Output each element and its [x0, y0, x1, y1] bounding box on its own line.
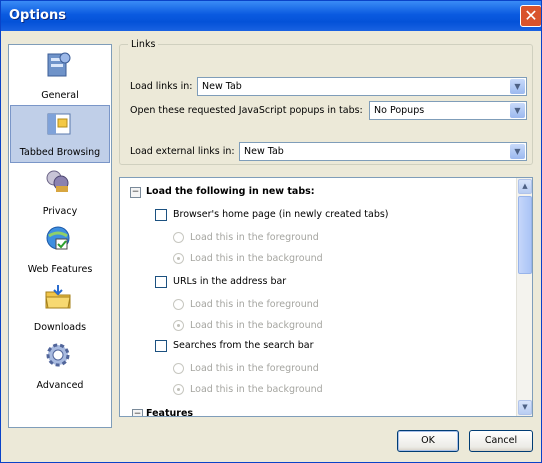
- vertical-scrollbar[interactable]: ▲ ▼: [516, 178, 532, 416]
- collapse-icon[interactable]: −: [132, 409, 143, 416]
- tree-section-features: Features: [146, 408, 194, 417]
- searches-checkbox[interactable]: [155, 340, 167, 352]
- urls-label: URLs in the address bar: [173, 276, 287, 287]
- radio-label: Load this in the background: [190, 253, 323, 264]
- searches-label: Searches from the search bar: [173, 340, 314, 351]
- tabbed-browsing-icon: [47, 113, 71, 135]
- scroll-down-icon[interactable]: ▼: [518, 400, 532, 415]
- chevron-down-icon[interactable]: ▼: [510, 79, 525, 94]
- popups-select[interactable]: No Popups ▼: [369, 101, 527, 120]
- load-links-value: New Tab: [202, 81, 242, 92]
- sidebar-item-label: General: [41, 90, 79, 101]
- options-window: Options ✕ General Tabbed Browsing Privac…: [0, 0, 542, 463]
- scroll-up-icon[interactable]: ▲: [518, 179, 532, 194]
- collapse-icon[interactable]: −: [130, 187, 141, 198]
- downloads-icon: [45, 285, 71, 309]
- radio-label: Load this in the foreground: [190, 363, 319, 374]
- title-bar[interactable]: Options ✕: [1, 1, 541, 31]
- chevron-down-icon[interactable]: ▼: [510, 144, 525, 159]
- homepage-foreground-radio[interactable]: [173, 232, 184, 243]
- scrollbar-thumb[interactable]: [518, 196, 532, 274]
- window-title: Options: [9, 8, 66, 23]
- advanced-icon: [46, 343, 70, 367]
- links-group-legend: Links: [128, 39, 159, 50]
- sidebar-item-general[interactable]: General: [10, 47, 110, 105]
- sidebar-item-privacy[interactable]: Privacy: [10, 163, 110, 221]
- load-links-label: Load links in:: [130, 81, 193, 92]
- sidebar-item-label: Web Features: [27, 264, 93, 275]
- sidebar-item-downloads[interactable]: Downloads: [10, 279, 110, 337]
- radio-label: Load this in the background: [190, 320, 323, 331]
- general-icon: [47, 52, 71, 77]
- external-links-value: New Tab: [244, 146, 284, 157]
- privacy-icon: [46, 170, 69, 192]
- homepage-background-radio[interactable]: [173, 253, 184, 264]
- sidebar-item-label: Advanced: [36, 380, 84, 391]
- homepage-checkbox[interactable]: [155, 209, 167, 221]
- sidebar-item-tabbed-browsing[interactable]: Tabbed Browsing: [10, 105, 110, 163]
- radio-label: Load this in the foreground: [190, 299, 319, 310]
- popups-label: Open these requested JavaScript popups i…: [130, 105, 363, 116]
- category-sidebar: General Tabbed Browsing Privacy Web Feat…: [8, 44, 112, 428]
- close-button[interactable]: ✕: [520, 5, 541, 27]
- homepage-label: Browser's home page (in newly created ta…: [173, 209, 389, 220]
- web-features-icon: [46, 226, 70, 250]
- urls-foreground-radio[interactable]: [173, 299, 184, 310]
- sidebar-item-web-features[interactable]: Web Features: [10, 221, 110, 279]
- external-links-label: Load external links in:: [130, 146, 235, 157]
- sidebar-item-advanced[interactable]: Advanced: [10, 337, 110, 395]
- sidebar-item-label: Downloads: [33, 322, 87, 333]
- urls-background-radio[interactable]: [173, 320, 184, 331]
- cancel-button[interactable]: Cancel: [469, 430, 533, 452]
- external-links-select[interactable]: New Tab ▼: [239, 142, 527, 161]
- popups-value: No Popups: [374, 105, 425, 116]
- sidebar-item-label: Tabbed Browsing: [19, 147, 101, 158]
- searches-background-radio[interactable]: [173, 384, 184, 395]
- tabs-options-tree: − Load the following in new tabs: Browse…: [119, 177, 533, 417]
- tree-section-new-tabs: Load the following in new tabs:: [146, 186, 315, 197]
- urls-checkbox[interactable]: [155, 276, 167, 288]
- sidebar-item-label: Privacy: [42, 206, 78, 217]
- ok-button[interactable]: OK: [397, 430, 459, 452]
- close-icon: ✕: [524, 6, 538, 25]
- radio-label: Load this in the foreground: [190, 232, 319, 243]
- load-links-select[interactable]: New Tab ▼: [197, 77, 527, 96]
- searches-foreground-radio[interactable]: [173, 363, 184, 374]
- radio-label: Load this in the background: [190, 384, 323, 395]
- chevron-down-icon[interactable]: ▼: [510, 103, 525, 118]
